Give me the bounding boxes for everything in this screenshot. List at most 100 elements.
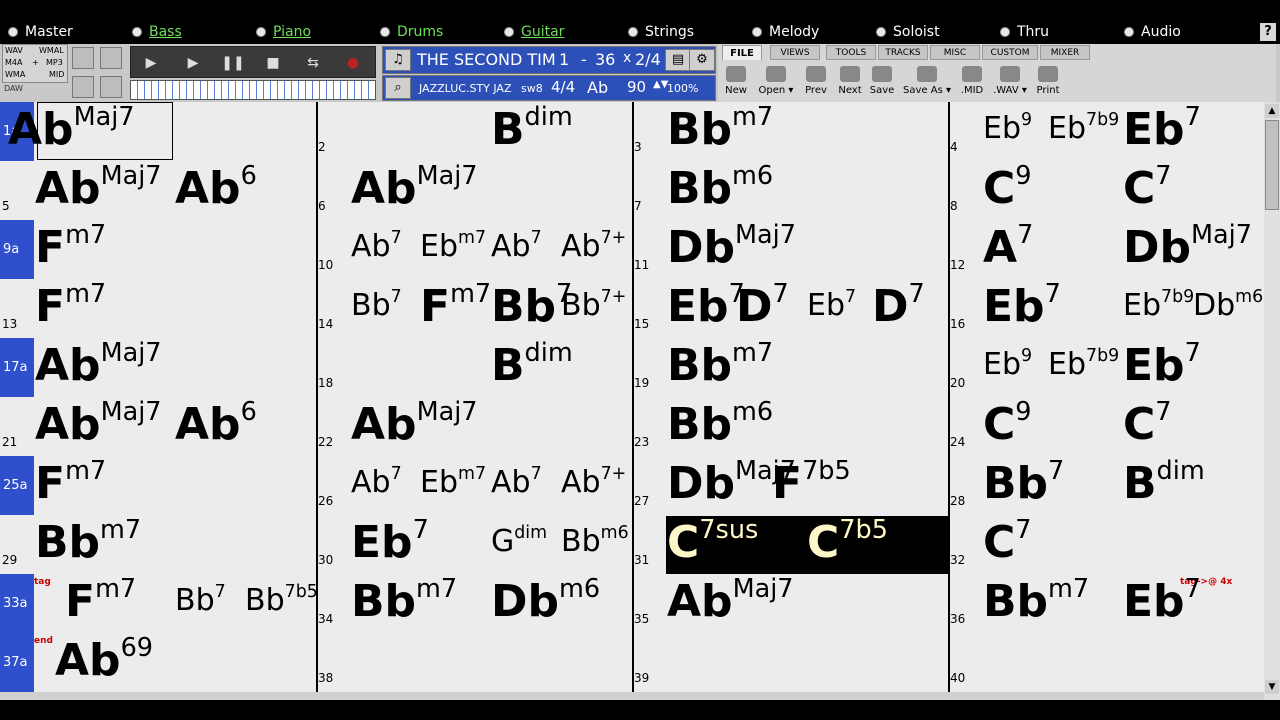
chord-symbol[interactable]: A7 [983,223,1033,270]
vertical-scrollbar[interactable]: ▲ ▼ [1264,102,1280,700]
chord-symbol[interactable]: Ab7+ [561,466,626,498]
chord-symbol[interactable]: Bb7 [351,289,402,321]
bar-cell[interactable]: 39 [632,633,948,692]
chord-symbol[interactable]: Fm7 [420,282,491,329]
chord-symbol[interactable]: D7 [872,282,925,329]
tab-misc[interactable]: MISC [930,45,980,60]
track-guitar[interactable]: Guitar [504,23,564,41]
record-icon[interactable]: ● [337,51,369,75]
bar-cell[interactable]: 37a end Ab69 [0,633,316,692]
bar-cell[interactable]: 17a AbMaj7 [0,338,316,397]
chord-symbol[interactable]: Eb7 [351,518,429,565]
bar-cell[interactable]: 38 [316,633,632,692]
search-icon[interactable]: ⌕ [385,77,411,99]
chord-symbol[interactable]: Ebm7 [420,466,486,498]
chord-symbol[interactable]: Dbm6 [491,577,600,624]
bar-cell[interactable]: 18 Bdim [316,338,632,397]
chord-symbol[interactable]: C7 [983,518,1032,565]
bar-cell[interactable]: 28 Bb7 Bdim [948,456,1264,515]
chord-symbol[interactable]: DbMaj7 [1123,223,1252,270]
scroll-down-icon[interactable]: ▼ [1265,680,1279,694]
bar-cell[interactable]: 3 Bbm7 [632,102,948,161]
chord-symbol[interactable]: Bbm7 [351,577,457,624]
track-thru[interactable]: Thru [1000,23,1049,41]
chord-sheet[interactable]: 1a AbMaj7 2 Bdim 3 Bbm7 4 Eb9 Eb7b9 Eb7 5 AbMaj7 Ab6… [0,102,1264,692]
chord-symbol[interactable]: C7sus [667,518,758,565]
save-wav-button[interactable]: .WAV ▾ [990,64,1030,100]
chord-symbol[interactable]: C7b5 [807,518,888,565]
chord-symbol[interactable]: Bb7 [983,459,1064,506]
chord-symbol[interactable]: Ab7 [491,230,542,262]
bar-cell[interactable]: 36 tag->@ 4x Bbm7 Eb7 [948,574,1264,633]
bar-cell[interactable]: 31 C7sus C7b5 [632,515,948,574]
track-piano[interactable]: Piano [256,23,311,41]
music-note-icon[interactable]: ♫ [385,49,411,71]
chord-symbol[interactable]: Eb9 [983,348,1032,380]
help-button[interactable]: ? [1260,23,1276,41]
chord-symbol[interactable]: Bdim [1123,459,1205,506]
chord-symbol[interactable]: AbMaj7 [35,341,162,388]
edit-icon[interactable] [100,47,122,69]
chord-symbol[interactable]: Eb7 [1123,341,1201,388]
chord-symbol[interactable]: Ab69 [55,636,153,683]
song-position-slider[interactable] [130,80,376,100]
play-from-icon[interactable]: ▶ [177,51,209,75]
chord-symbol[interactable]: Eb7b9 [1048,348,1119,380]
next-button[interactable]: Next [832,64,868,100]
track-strings[interactable]: Strings [628,23,694,41]
chord-symbol[interactable]: Ab7 [491,466,542,498]
bar-cell[interactable]: 5 AbMaj7 Ab6 [0,161,316,220]
chord-symbol[interactable]: Ebm7 [420,230,486,262]
bar-cell[interactable]: 16 Eb7 Eb7b9 Dbm6 [948,279,1264,338]
bar-cell[interactable]: 29 Bbm7 [0,515,316,574]
song-title-display[interactable]: ♫ THE SECOND TIM 1 - 36 x 2/4 ▤ ⚙ [382,46,716,74]
tab-custom[interactable]: CUSTOM [982,45,1038,60]
chord-symbol[interactable]: Bdim [491,105,573,152]
open-button[interactable]: Open ▾ [756,64,796,100]
style-name[interactable]: JAZZLUC.STY JAZ [419,82,512,95]
play-icon[interactable]: ▶ [135,51,167,75]
notepad-icon[interactable]: ▤ [665,49,691,71]
new-button[interactable]: New [718,64,754,100]
chord-symbol[interactable]: Eb7 [1123,577,1201,624]
bar-cell[interactable]: 2 Bdim [316,102,632,161]
stop-icon[interactable]: ■ [257,51,289,75]
chord-symbol[interactable]: Eb9 [983,112,1032,144]
format-panel[interactable]: WAV WMAL M4A + MP3 WMA MID [2,44,68,83]
bar-cell[interactable]: 10 Ab7 Ebm7 Ab7 Ab7+ [316,220,632,279]
chord-symbol[interactable]: Fm7 [35,223,106,270]
track-melody[interactable]: Melody [752,23,819,41]
bar-cell[interactable]: 21 AbMaj7 Ab6 [0,397,316,456]
chord-symbol[interactable]: D7 [736,282,789,329]
chord-symbol[interactable]: Dbm6 [1193,289,1263,321]
chord-symbol[interactable]: C7 [1123,164,1172,211]
bar-cell[interactable]: 6 AbMaj7 [316,161,632,220]
bar-cell[interactable]: 13 Fm7 [0,279,316,338]
bar-cell[interactable]: 27 DbMaj7 F7b5 [632,456,948,515]
bar-cell[interactable]: 19 Bbm7 [632,338,948,397]
pause-icon[interactable]: ❚❚ [217,51,249,75]
chord-symbol[interactable]: Eb7 [667,282,745,329]
track-drums[interactable]: Drums [380,23,443,41]
bar-cell[interactable]: 26 Ab7 Ebm7 Ab7 Ab7+ [316,456,632,515]
chord-symbol[interactable]: Fm7 [35,459,106,506]
gear-icon[interactable]: ⚙ [689,49,715,71]
chord-symbol[interactable]: DbMaj7 [667,223,796,270]
bar-cell[interactable]: 24 C9 C7 [948,397,1264,456]
chord-symbol[interactable]: Bb7+ [561,289,626,321]
chord-symbol[interactable]: Gdim [491,525,547,557]
bar-to[interactable]: 36 [595,50,615,69]
bar-cell[interactable]: 23 Bbm6 [632,397,948,456]
loop-icon[interactable]: ⇆ [297,51,329,75]
tab-mixer[interactable]: MIXER [1040,45,1090,60]
tempo-value[interactable]: 90 [627,78,646,96]
tab-tools[interactable]: TOOLS [826,45,876,60]
chord-symbol[interactable]: Eb7 [807,289,856,321]
bar-cell[interactable]: 8 C9 C7 [948,161,1264,220]
chord-symbol[interactable]: AbMaj7 [35,164,162,211]
chord-symbol[interactable]: Bbm6 [667,400,773,447]
chord-symbol[interactable]: Bbm7 [983,577,1089,624]
copy-icon[interactable] [72,47,94,69]
bar-cell[interactable]: 20 Eb9 Eb7b9 Eb7 [948,338,1264,397]
chord-symbol[interactable]: AbMaj7 [351,164,478,211]
